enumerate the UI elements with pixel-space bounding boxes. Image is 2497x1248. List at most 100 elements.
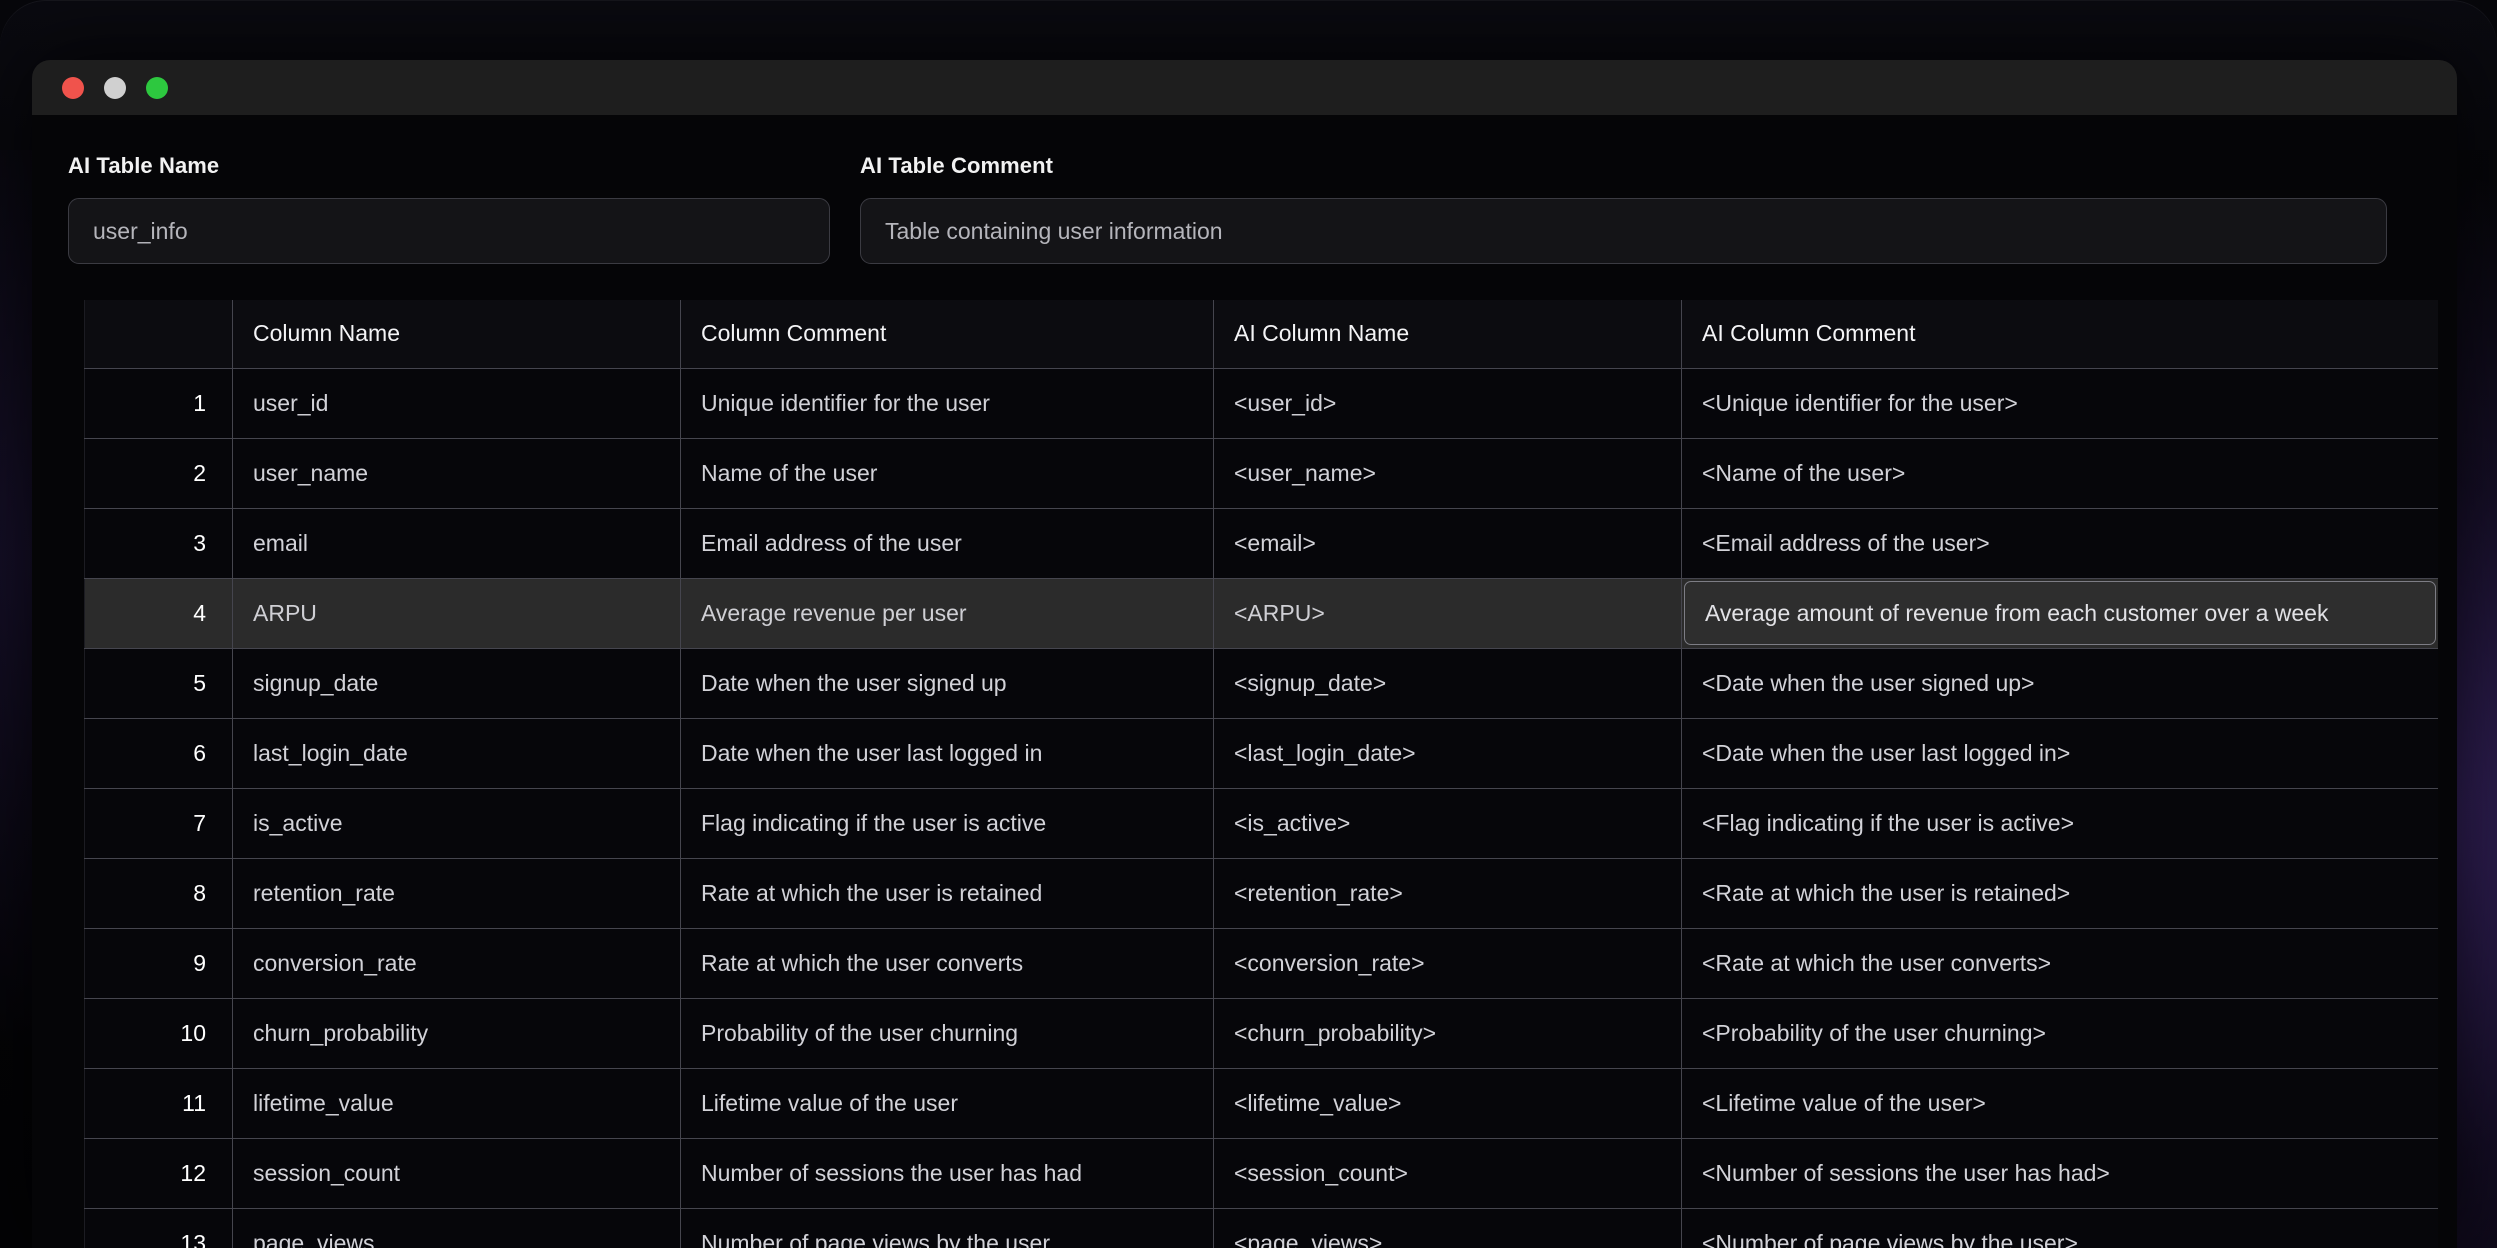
column-comment-cell[interactable]: Number of page views by the user bbox=[681, 1208, 1214, 1248]
row-index-cell: 1 bbox=[85, 368, 233, 438]
close-window-button[interactable] bbox=[62, 77, 84, 99]
table-header-row: Column Name Column Comment AI Column Nam… bbox=[85, 300, 2438, 368]
ai-column-comment-cell[interactable]: <Rate at which the user converts> bbox=[1682, 928, 2438, 998]
ai-column-name-cell[interactable]: <last_login_date> bbox=[1214, 718, 1682, 788]
ai-column-comment-cell[interactable]: <Email address of the user> bbox=[1682, 508, 2438, 578]
column-comment-cell[interactable]: Rate at which the user is retained bbox=[681, 858, 1214, 928]
table-row[interactable]: 8retention_rateRate at which the user is… bbox=[85, 858, 2438, 928]
column-comment-cell[interactable]: Unique identifier for the user bbox=[681, 368, 1214, 438]
column-name-cell[interactable]: session_count bbox=[233, 1138, 681, 1208]
row-index-cell: 2 bbox=[85, 438, 233, 508]
column-comment-cell[interactable]: Rate at which the user converts bbox=[681, 928, 1214, 998]
column-name-cell[interactable]: user_id bbox=[233, 368, 681, 438]
table-row[interactable]: 5signup_dateDate when the user signed up… bbox=[85, 648, 2438, 718]
table-row[interactable]: 4ARPUAverage revenue per user<ARPU>Avera… bbox=[85, 578, 2438, 648]
ai-column-comment-cell[interactable]: <Lifetime value of the user> bbox=[1682, 1068, 2438, 1138]
ai-table-name-input[interactable]: user_info bbox=[68, 198, 830, 264]
ai-table-comment-label: AI Table Comment bbox=[860, 153, 2422, 179]
row-index-cell: 4 bbox=[85, 578, 233, 648]
column-name-cell[interactable]: lifetime_value bbox=[233, 1068, 681, 1138]
row-index-cell: 7 bbox=[85, 788, 233, 858]
column-comment-cell[interactable]: Name of the user bbox=[681, 438, 1214, 508]
columns-table-container[interactable]: Column Name Column Comment AI Column Nam… bbox=[32, 300, 2457, 1248]
ai-column-comment-cell[interactable]: Average amount of revenue from each cust… bbox=[1682, 578, 2438, 648]
table-row[interactable]: 11lifetime_valueLifetime value of the us… bbox=[85, 1068, 2438, 1138]
column-name-cell[interactable]: email bbox=[233, 508, 681, 578]
table-row[interactable]: 12session_countNumber of sessions the us… bbox=[85, 1138, 2438, 1208]
row-index-cell: 11 bbox=[85, 1068, 233, 1138]
table-row[interactable]: 10churn_probabilityProbability of the us… bbox=[85, 998, 2438, 1068]
ai-column-name-cell[interactable]: <retention_rate> bbox=[1214, 858, 1682, 928]
row-index-cell: 3 bbox=[85, 508, 233, 578]
table-row[interactable]: 3emailEmail address of the user<email><E… bbox=[85, 508, 2438, 578]
column-name-cell[interactable]: signup_date bbox=[233, 648, 681, 718]
ai-table-name-field-group: AI Table Name user_info bbox=[32, 153, 837, 264]
column-comment-cell[interactable]: Lifetime value of the user bbox=[681, 1068, 1214, 1138]
ai-column-name-cell[interactable]: <email> bbox=[1214, 508, 1682, 578]
column-comment-cell[interactable]: Probability of the user churning bbox=[681, 998, 1214, 1068]
ai-column-name-cell[interactable]: <churn_probability> bbox=[1214, 998, 1682, 1068]
ai-column-comment-cell[interactable]: <Probability of the user churning> bbox=[1682, 998, 2438, 1068]
ai-column-comment-cell[interactable]: <Date when the user signed up> bbox=[1682, 648, 2438, 718]
column-comment-cell[interactable]: Average revenue per user bbox=[681, 578, 1214, 648]
row-index-cell: 9 bbox=[85, 928, 233, 998]
row-index-cell: 12 bbox=[85, 1138, 233, 1208]
ai-column-name-cell[interactable]: <conversion_rate> bbox=[1214, 928, 1682, 998]
window-titlebar bbox=[32, 60, 2457, 115]
app-window: AI Table Name user_info AI Table Comment… bbox=[32, 60, 2457, 1248]
column-header-column-name[interactable]: Column Name bbox=[233, 300, 681, 368]
ai-column-name-cell[interactable]: <session_count> bbox=[1214, 1138, 1682, 1208]
column-name-cell[interactable]: last_login_date bbox=[233, 718, 681, 788]
ai-column-comment-cell[interactable]: <Unique identifier for the user> bbox=[1682, 368, 2438, 438]
ai-table-name-label: AI Table Name bbox=[68, 153, 837, 179]
table-header: Column Name Column Comment AI Column Nam… bbox=[85, 300, 2438, 368]
table-row[interactable]: 13page_viewsNumber of page views by the … bbox=[85, 1208, 2438, 1248]
app-content: AI Table Name user_info AI Table Comment… bbox=[32, 115, 2457, 1248]
ai-column-name-cell[interactable]: <lifetime_value> bbox=[1214, 1068, 1682, 1138]
ai-column-name-cell[interactable]: <user_name> bbox=[1214, 438, 1682, 508]
minimize-window-button[interactable] bbox=[104, 77, 126, 99]
column-comment-cell[interactable]: Email address of the user bbox=[681, 508, 1214, 578]
ai-column-comment-cell[interactable]: <Number of sessions the user has had> bbox=[1682, 1138, 2438, 1208]
ai-column-comment-cell[interactable]: <Name of the user> bbox=[1682, 438, 2438, 508]
table-row[interactable]: 7is_activeFlag indicating if the user is… bbox=[85, 788, 2438, 858]
table-row[interactable]: 2user_nameName of the user<user_name><Na… bbox=[85, 438, 2438, 508]
ai-column-name-cell[interactable]: <page_views> bbox=[1214, 1208, 1682, 1248]
ai-table-comment-input[interactable]: Table containing user information bbox=[860, 198, 2387, 264]
ai-column-comment-cell[interactable]: <Date when the user last logged in> bbox=[1682, 718, 2438, 788]
ai-column-comment-cell[interactable]: <Number of page views by the user> bbox=[1682, 1208, 2438, 1248]
ai-column-comment-editor[interactable]: Average amount of revenue from each cust… bbox=[1684, 581, 2436, 645]
table-row[interactable]: 9conversion_rateRate at which the user c… bbox=[85, 928, 2438, 998]
column-name-cell[interactable]: conversion_rate bbox=[233, 928, 681, 998]
column-comment-cell[interactable]: Number of sessions the user has had bbox=[681, 1138, 1214, 1208]
column-name-cell[interactable]: page_views bbox=[233, 1208, 681, 1248]
ai-table-comment-field-group: AI Table Comment Table containing user i… bbox=[837, 153, 2422, 264]
ai-column-name-cell[interactable]: <user_id> bbox=[1214, 368, 1682, 438]
column-header-column-comment[interactable]: Column Comment bbox=[681, 300, 1214, 368]
column-name-cell[interactable]: user_name bbox=[233, 438, 681, 508]
column-comment-cell[interactable]: Date when the user last logged in bbox=[681, 718, 1214, 788]
row-index-cell: 8 bbox=[85, 858, 233, 928]
ai-column-name-cell[interactable]: <ARPU> bbox=[1214, 578, 1682, 648]
column-header-ai-column-name[interactable]: AI Column Name bbox=[1214, 300, 1682, 368]
desktop-backdrop: AI Table Name user_info AI Table Comment… bbox=[0, 0, 2497, 1248]
column-name-cell[interactable]: is_active bbox=[233, 788, 681, 858]
row-index-cell: 6 bbox=[85, 718, 233, 788]
ai-column-name-cell[interactable]: <is_active> bbox=[1214, 788, 1682, 858]
column-header-index bbox=[85, 300, 233, 368]
ai-column-name-cell[interactable]: <signup_date> bbox=[1214, 648, 1682, 718]
column-comment-cell[interactable]: Date when the user signed up bbox=[681, 648, 1214, 718]
row-index-cell: 10 bbox=[85, 998, 233, 1068]
ai-column-comment-cell[interactable]: <Flag indicating if the user is active> bbox=[1682, 788, 2438, 858]
column-comment-cell[interactable]: Flag indicating if the user is active bbox=[681, 788, 1214, 858]
columns-table: Column Name Column Comment AI Column Nam… bbox=[84, 300, 2438, 1248]
table-row[interactable]: 1user_idUnique identifier for the user<u… bbox=[85, 368, 2438, 438]
column-header-ai-column-comment[interactable]: AI Column Comment bbox=[1682, 300, 2438, 368]
ai-column-comment-cell[interactable]: <Rate at which the user is retained> bbox=[1682, 858, 2438, 928]
column-name-cell[interactable]: ARPU bbox=[233, 578, 681, 648]
maximize-window-button[interactable] bbox=[146, 77, 168, 99]
column-name-cell[interactable]: churn_probability bbox=[233, 998, 681, 1068]
column-name-cell[interactable]: retention_rate bbox=[233, 858, 681, 928]
table-row[interactable]: 6last_login_dateDate when the user last … bbox=[85, 718, 2438, 788]
row-index-cell: 13 bbox=[85, 1208, 233, 1248]
